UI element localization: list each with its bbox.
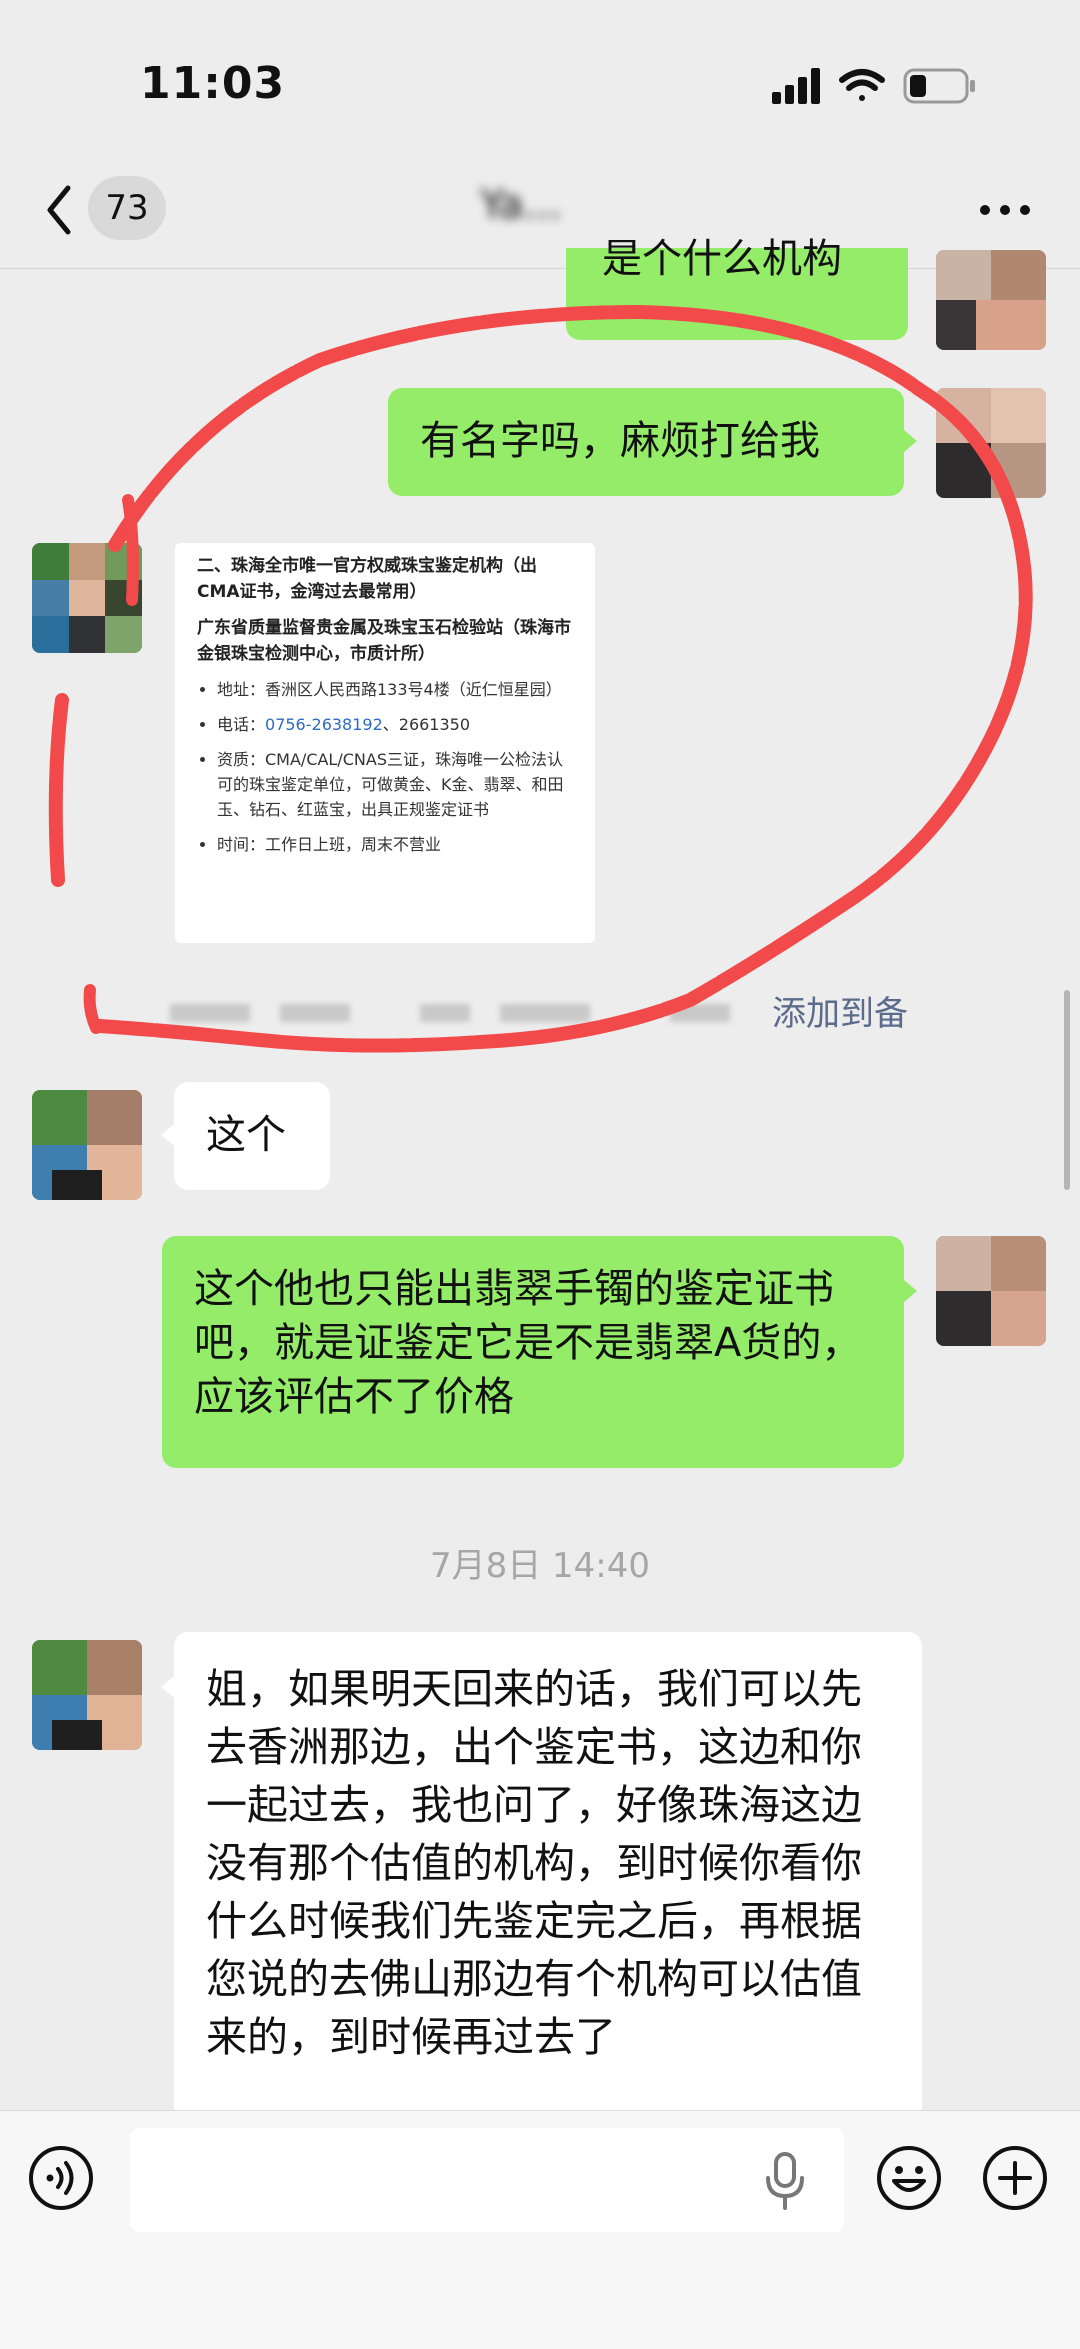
add-to-link[interactable]: 添加到备 (772, 986, 908, 1035)
blurred-caption (280, 1004, 350, 1022)
voice-icon[interactable] (28, 2145, 94, 2211)
blurred-caption (420, 1004, 470, 1022)
avatar-contact[interactable] (32, 543, 142, 653)
mic-icon[interactable] (760, 2150, 810, 2212)
chat-title: Ya... (480, 182, 562, 228)
message-bubble-incoming[interactable]: 姐，如果明天回来的话，我们可以先去香洲那边，出个鉴定书，这边和你一起过去，我也问… (174, 1632, 922, 2132)
blurred-caption (500, 1004, 590, 1022)
more-dots-icon[interactable] (975, 195, 1035, 225)
scrollbar[interactable] (1064, 990, 1070, 1190)
status-icons (772, 68, 975, 104)
blurred-caption (170, 1004, 250, 1022)
status-time: 11:03 (140, 58, 286, 109)
card-phone: 电话：0756-2638192、2661350 (217, 712, 577, 737)
plus-icon[interactable] (982, 2145, 1048, 2211)
card-qualification: 资质：CMA/CAL/CNAS三证，珠海唯一公检法认可的珠宝鉴定单位，可做黄金、… (217, 747, 577, 822)
unread-count-badge[interactable]: 73 (88, 176, 166, 240)
avatar-self[interactable] (936, 1236, 1046, 1346)
avatar-self[interactable] (936, 388, 1046, 498)
nav-divider (0, 268, 1080, 269)
shared-image-card[interactable]: 二、珠海全市唯一官方权威珠宝鉴定机构（出CMA证书，金湾过去最常用） 广东省质量… (175, 543, 595, 943)
avatar-contact[interactable] (32, 1640, 142, 1750)
card-details-list: 地址：香洲区人民西路133号4楼（近仁恒星园） 电话：0756-2638192、… (197, 677, 577, 857)
chevron-left-icon[interactable] (40, 180, 80, 240)
signal-icon (772, 68, 820, 104)
card-address: 地址：香洲区人民西路133号4楼（近仁恒星园） (217, 677, 577, 702)
card-hours: 时间：工作日上班，周末不营业 (217, 832, 577, 857)
blurred-caption (670, 1004, 730, 1022)
battery-icon (903, 68, 975, 104)
message-bubble-outgoing[interactable]: 是个什么机构 (566, 236, 908, 340)
message-bubble-incoming[interactable]: 这个 (174, 1082, 330, 1190)
emoji-icon[interactable] (876, 2145, 942, 2211)
wifi-icon (839, 69, 885, 101)
card-heading: 二、珠海全市唯一官方权威珠宝鉴定机构（出CMA证书，金湾过去最常用） (197, 556, 537, 602)
card-subheading: 广东省质量监督贵金属及珠宝玉石检验站（珠海市金银珠宝检测中心，市质计所） (197, 618, 571, 664)
message-input[interactable] (130, 2128, 844, 2232)
message-bubble-outgoing[interactable]: 有名字吗，麻烦打给我 (388, 388, 904, 496)
avatar-self[interactable] (936, 250, 1046, 350)
message-bubble-outgoing[interactable]: 这个他也只能出翡翠手镯的鉴定证书吧，就是证鉴定它是不是翡翠A货的，应该评估不了价… (162, 1236, 904, 1468)
avatar-contact[interactable] (32, 1090, 142, 1200)
phone-link[interactable]: 0756-2638192 (265, 715, 383, 734)
message-timestamp: 7月8日 14:40 (429, 1546, 651, 1586)
